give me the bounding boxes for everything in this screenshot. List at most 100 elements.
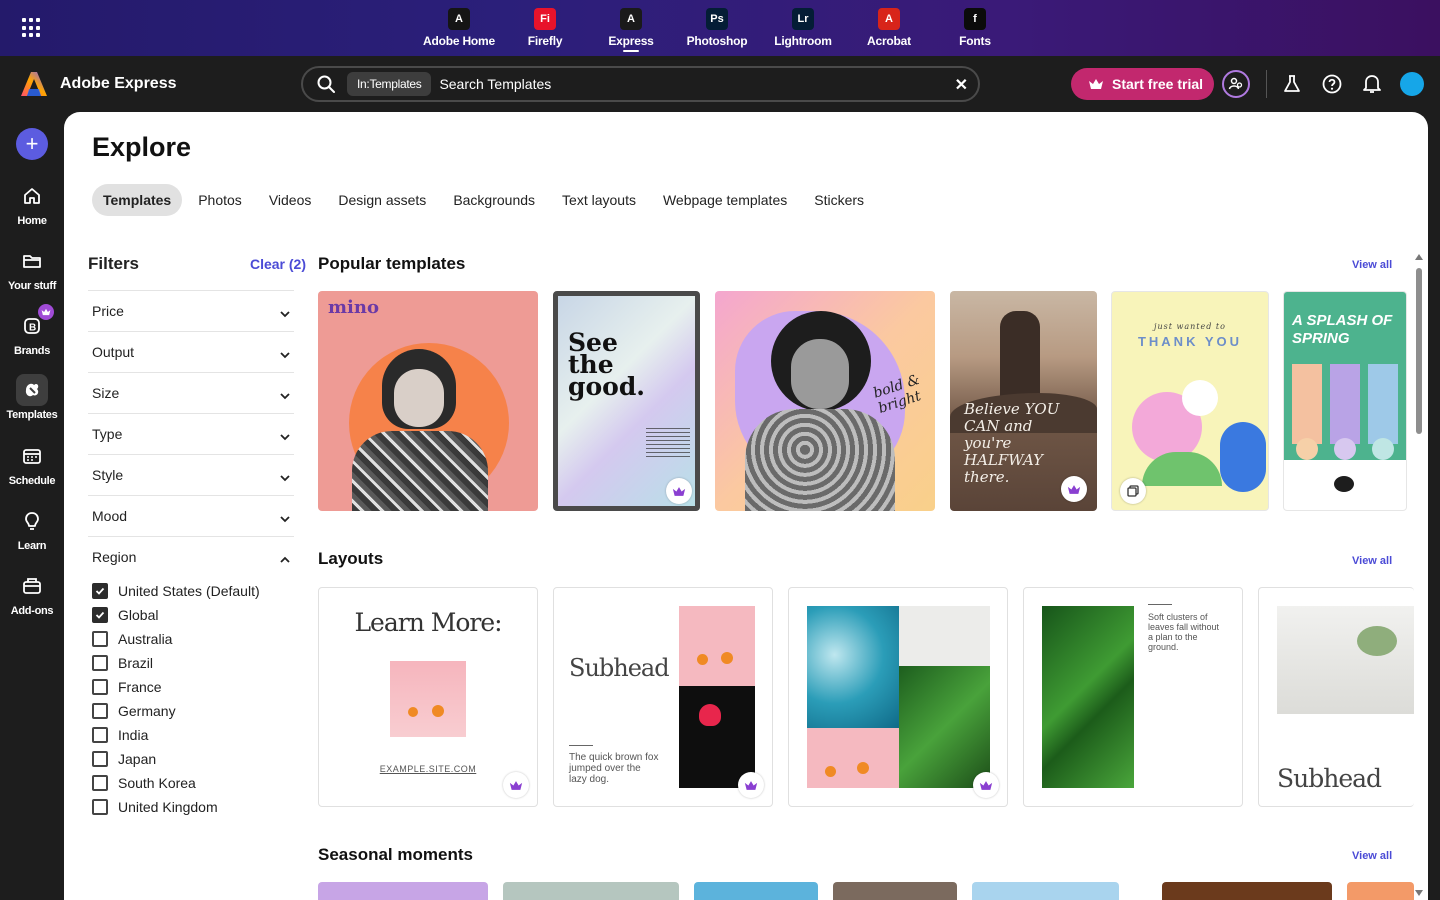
rail-item-home[interactable]: Home [0, 180, 64, 227]
filter-region[interactable]: Region [88, 536, 294, 565]
tab-stickers[interactable]: Stickers [803, 184, 875, 216]
search-bar[interactable]: In:Templates Search Templates ✕ [301, 66, 980, 102]
scrollbar-thumb[interactable] [1416, 268, 1422, 434]
vertical-scrollbar[interactable] [1414, 254, 1424, 900]
region-option-united-states-default[interactable]: United States (Default) [88, 579, 306, 603]
app-firefly[interactable]: Fi Firefly [502, 0, 588, 56]
rail-item-your-stuff[interactable]: Your stuff [0, 245, 64, 292]
region-option-australia[interactable]: Australia [88, 627, 306, 651]
create-new-button[interactable]: + [16, 128, 48, 160]
checkbox[interactable] [92, 751, 108, 767]
layout-card-learn-more[interactable]: Learn More: EXAMPLE.SITE.COM [318, 587, 538, 807]
search-scope-chip[interactable]: In:Templates [347, 72, 432, 96]
seasonal-card-halloween[interactable] [318, 882, 488, 900]
checkbox[interactable] [92, 655, 108, 671]
template-card-mino[interactable]: mino [318, 291, 538, 511]
chevron-down-icon [280, 434, 290, 441]
left-rail: + Home Your stuff B Brands Templates Schedule… [0, 112, 64, 900]
region-option-brazil[interactable]: Brazil [88, 651, 306, 675]
seasonal-card[interactable] [503, 882, 679, 900]
checkbox[interactable] [92, 775, 108, 791]
filter-style[interactable]: Style [88, 454, 294, 483]
filter-price[interactable]: Price [88, 290, 294, 319]
app-fonts[interactable]: f Fonts [932, 0, 1018, 56]
color-dot [1372, 438, 1394, 460]
tab-webpage-templates[interactable]: Webpage templates [652, 184, 798, 216]
tab-text-layouts[interactable]: Text layouts [551, 184, 647, 216]
layout-card-subhead[interactable]: Subhead The quick brown fox jumped over … [553, 587, 773, 807]
filter-output[interactable]: Output [88, 331, 294, 360]
rail-item-schedule[interactable]: Schedule [0, 440, 64, 487]
brand-name: Adobe Express [60, 75, 177, 92]
app-label: Lightroom [774, 34, 832, 48]
crown-icon [1089, 79, 1103, 89]
region-option-japan[interactable]: Japan [88, 747, 306, 771]
start-free-trial-button[interactable]: Start free trial [1071, 68, 1214, 100]
rail-item-templates[interactable]: Templates [0, 374, 64, 421]
start-free-trial-label: Start free trial [1112, 76, 1204, 92]
seasonal-view-all-link[interactable]: View all [1352, 850, 1392, 862]
checkbox[interactable] [92, 607, 108, 623]
checkbox[interactable] [92, 703, 108, 719]
seasonal-card[interactable] [694, 882, 818, 900]
labs-flask-icon[interactable] [1280, 72, 1304, 96]
region-option-global[interactable]: Global [88, 603, 306, 627]
app-photoshop[interactable]: Ps Photoshop [674, 0, 760, 56]
filter-mood[interactable]: Mood [88, 495, 294, 524]
help-icon[interactable] [1320, 72, 1344, 96]
checkbox[interactable] [92, 631, 108, 647]
notifications-bell-icon[interactable] [1360, 72, 1384, 96]
template-card-bold-bright[interactable]: bold & bright [715, 291, 935, 511]
scroll-up-arrow-icon[interactable] [1415, 254, 1423, 260]
tab-photos[interactable]: Photos [187, 184, 253, 216]
region-option-south-korea[interactable]: South Korea [88, 771, 306, 795]
layouts-view-all-link[interactable]: View all [1352, 555, 1392, 567]
seasonal-card[interactable] [1347, 882, 1414, 900]
template-card-splash-of-spring[interactable]: A SPLASH OF SPRING [1283, 291, 1407, 511]
seasonal-card[interactable] [972, 882, 1119, 900]
popular-view-all-link[interactable]: View all [1352, 259, 1392, 271]
app-grid-icon[interactable] [22, 18, 42, 38]
checkbox[interactable] [92, 727, 108, 743]
checkbox[interactable] [92, 679, 108, 695]
template-card-see-the-good[interactable]: See the good. [553, 291, 700, 511]
filter-size[interactable]: Size [88, 372, 294, 401]
scroll-down-arrow-icon[interactable] [1415, 890, 1423, 896]
region-option-germany[interactable]: Germany [88, 699, 306, 723]
filter-type[interactable]: Type [88, 413, 294, 442]
collaborate-icon[interactable] [1222, 70, 1250, 98]
tab-templates[interactable]: Templates [92, 184, 183, 216]
app-adobe-home[interactable]: A Adobe Home [416, 0, 502, 56]
layout-card-subhead-2[interactable]: Subhead [1258, 587, 1414, 807]
user-avatar[interactable] [1400, 72, 1424, 96]
app-express[interactable]: A Express [588, 0, 674, 56]
template-card-believe[interactable]: Believe YOU CAN and you're HALFWAY there… [950, 291, 1097, 511]
app-acrobat[interactable]: A Acrobat [846, 0, 932, 56]
tab-backgrounds[interactable]: Backgrounds [442, 184, 546, 216]
layout-card-collage[interactable] [788, 587, 1008, 807]
rail-item-brands[interactable]: B Brands [0, 304, 64, 357]
region-option-india[interactable]: India [88, 723, 306, 747]
layout-photo-tulip [679, 686, 755, 788]
checkbox[interactable] [92, 799, 108, 815]
layout-card-soft-clusters[interactable]: Soft clusters of leaves fall without a p… [1023, 587, 1243, 807]
region-option-united-kingdom[interactable]: United Kingdom [88, 795, 306, 819]
seasonal-card[interactable] [833, 882, 957, 900]
region-option-france[interactable]: France [88, 675, 306, 699]
template-card-thank-you[interactable]: just wanted to THANK YOU [1111, 291, 1269, 511]
app-label: Express [608, 34, 654, 48]
brand[interactable]: Adobe Express [20, 71, 176, 97]
portrait-shirt [352, 431, 488, 511]
filter-label: Type [92, 426, 123, 442]
tab-videos[interactable]: Videos [258, 184, 323, 216]
filters-panel: Filters Clear (2) Price Output Size Type Sty… [88, 250, 306, 819]
clear-filters-link[interactable]: Clear (2) [250, 256, 306, 272]
checkbox[interactable] [92, 583, 108, 599]
tab-design-assets[interactable]: Design assets [327, 184, 437, 216]
app-lightroom[interactable]: Lr Lightroom [760, 0, 846, 56]
rail-item-add-ons[interactable]: Add-ons [0, 570, 64, 617]
search-input[interactable]: Search Templates [439, 76, 551, 92]
seasonal-card[interactable] [1162, 882, 1332, 900]
rail-item-learn[interactable]: Learn [0, 505, 64, 552]
clear-search-icon[interactable]: ✕ [955, 75, 968, 95]
